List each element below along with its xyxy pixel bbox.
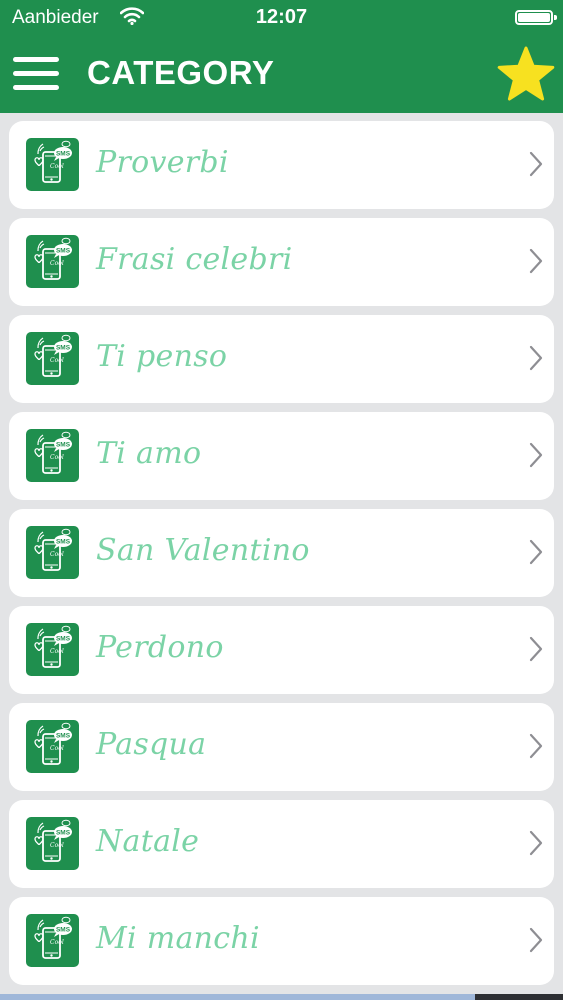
battery-full-icon	[515, 10, 557, 25]
sms-phone-icon: SMS Cool	[26, 138, 79, 191]
category-cell[interactable]: SMS Cool Frasi celebri	[9, 218, 554, 306]
sms-badge-text: SMS	[56, 733, 71, 740]
sms-phone-icon: SMS Cool	[26, 235, 79, 288]
sms-badge-text: SMS	[56, 248, 71, 255]
svg-text:Cool: Cool	[50, 454, 64, 461]
category-label: Mi manchi	[96, 921, 260, 956]
category-cell[interactable]: SMS Cool Mi manchi	[9, 897, 554, 985]
category-label: Proverbi	[96, 145, 229, 180]
chevron-right-icon	[528, 344, 544, 376]
sms-phone-icon: SMS Cool	[26, 623, 79, 676]
chevron-right-icon	[528, 732, 544, 764]
category-list: SMS Cool Proverbi SMS Cool Frasi celebri SMS Co…	[9, 121, 554, 994]
star-icon[interactable]	[497, 46, 555, 104]
sms-phone-icon: SMS Cool	[26, 817, 79, 870]
sms-badge-text: SMS	[56, 539, 71, 546]
category-label: Pasqua	[96, 727, 207, 762]
chevron-right-icon	[528, 441, 544, 473]
chevron-right-icon	[528, 829, 544, 861]
navigation-bar: CATEGORY	[0, 36, 563, 113]
sms-badge-text: SMS	[56, 442, 71, 449]
hamburger-menu-icon[interactable]	[13, 56, 59, 92]
chevron-right-icon	[528, 635, 544, 667]
category-cell[interactable]: SMS Cool Perdono	[9, 606, 554, 694]
category-label: Ti amo	[96, 436, 202, 471]
category-label: San Valentino	[96, 533, 310, 568]
sms-phone-icon: SMS Cool	[26, 332, 79, 385]
category-cell[interactable]: SMS Cool Proverbi	[9, 121, 554, 209]
category-label: Ti penso	[96, 339, 228, 374]
sms-badge-text: SMS	[56, 830, 71, 837]
chevron-right-icon	[528, 150, 544, 182]
svg-text:Cool: Cool	[50, 551, 64, 558]
sms-badge-text: SMS	[56, 345, 71, 352]
svg-text:Cool: Cool	[50, 357, 64, 364]
sms-badge-text: SMS	[56, 151, 71, 158]
status-bar: Aanbieder 12:07	[0, 0, 563, 36]
bottom-edge-dark	[475, 994, 563, 1000]
category-cell[interactable]: SMS Cool San Valentino	[9, 509, 554, 597]
sms-badge-text: SMS	[56, 927, 71, 934]
category-cell[interactable]: SMS Cool Natale	[9, 800, 554, 888]
status-time: 12:07	[255, 6, 308, 28]
svg-text:Cool: Cool	[50, 939, 64, 946]
category-label: Natale	[96, 824, 200, 859]
svg-text:Cool: Cool	[50, 648, 64, 655]
category-label: Perdono	[96, 630, 224, 665]
svg-text:Cool: Cool	[50, 163, 64, 170]
chevron-right-icon	[528, 247, 544, 279]
page-title: CATEGORY	[87, 54, 275, 91]
sms-badge-text: SMS	[56, 636, 71, 643]
chevron-right-icon	[528, 926, 544, 958]
sms-phone-icon: SMS Cool	[26, 429, 79, 482]
category-cell[interactable]: SMS Cool Ti penso	[9, 315, 554, 403]
category-cell[interactable]: SMS Cool Pasqua	[9, 703, 554, 791]
sms-phone-icon: SMS Cool	[26, 914, 79, 967]
chevron-right-icon	[528, 538, 544, 570]
category-label: Frasi celebri	[96, 242, 293, 277]
sms-phone-icon: SMS Cool	[26, 720, 79, 773]
svg-text:Cool: Cool	[50, 745, 64, 752]
sms-phone-icon: SMS Cool	[26, 526, 79, 579]
svg-text:Cool: Cool	[50, 842, 64, 849]
category-cell[interactable]: SMS Cool Ti amo	[9, 412, 554, 500]
svg-text:Cool: Cool	[50, 260, 64, 267]
